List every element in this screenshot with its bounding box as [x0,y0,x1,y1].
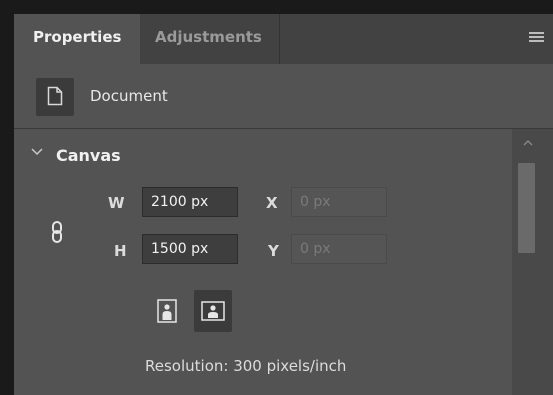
width-field[interactable] [142,187,238,217]
y-label: Y [268,242,279,260]
x-field[interactable] [291,187,387,217]
chevron-down-icon[interactable] [30,147,44,157]
height-label: H [114,242,127,260]
vertical-scrollbar[interactable] [512,129,553,395]
panel-tab-bar: Properties Adjustments [14,14,553,64]
portrait-orientation-icon [157,299,177,323]
scroll-up-arrow-icon[interactable] [523,139,533,146]
properties-panel: Properties Adjustments Document Canvas W… [14,14,553,395]
width-label: W [108,194,125,212]
app-frame: Properties Adjustments Document Canvas W… [0,0,553,395]
canvas-section-title: Canvas [56,146,121,165]
x-label: X [266,194,278,212]
landscape-orientation-icon [201,301,225,321]
chain-link-icon[interactable] [50,220,64,244]
landscape-orientation-button[interactable] [194,290,232,332]
tab-adjustments[interactable]: Adjustments [140,14,280,64]
scrollbar-thumb[interactable] [518,163,535,253]
document-icon[interactable] [36,78,74,116]
tab-properties[interactable]: Properties [14,14,140,64]
y-field[interactable] [291,234,387,264]
portrait-orientation-button[interactable] [148,290,186,332]
hamburger-menu-icon[interactable] [529,32,544,43]
height-field[interactable] [142,234,238,264]
document-row: Document [14,64,553,129]
resolution-readout: Resolution: 300 pixels/inch [145,357,347,375]
document-label: Document [90,87,168,105]
